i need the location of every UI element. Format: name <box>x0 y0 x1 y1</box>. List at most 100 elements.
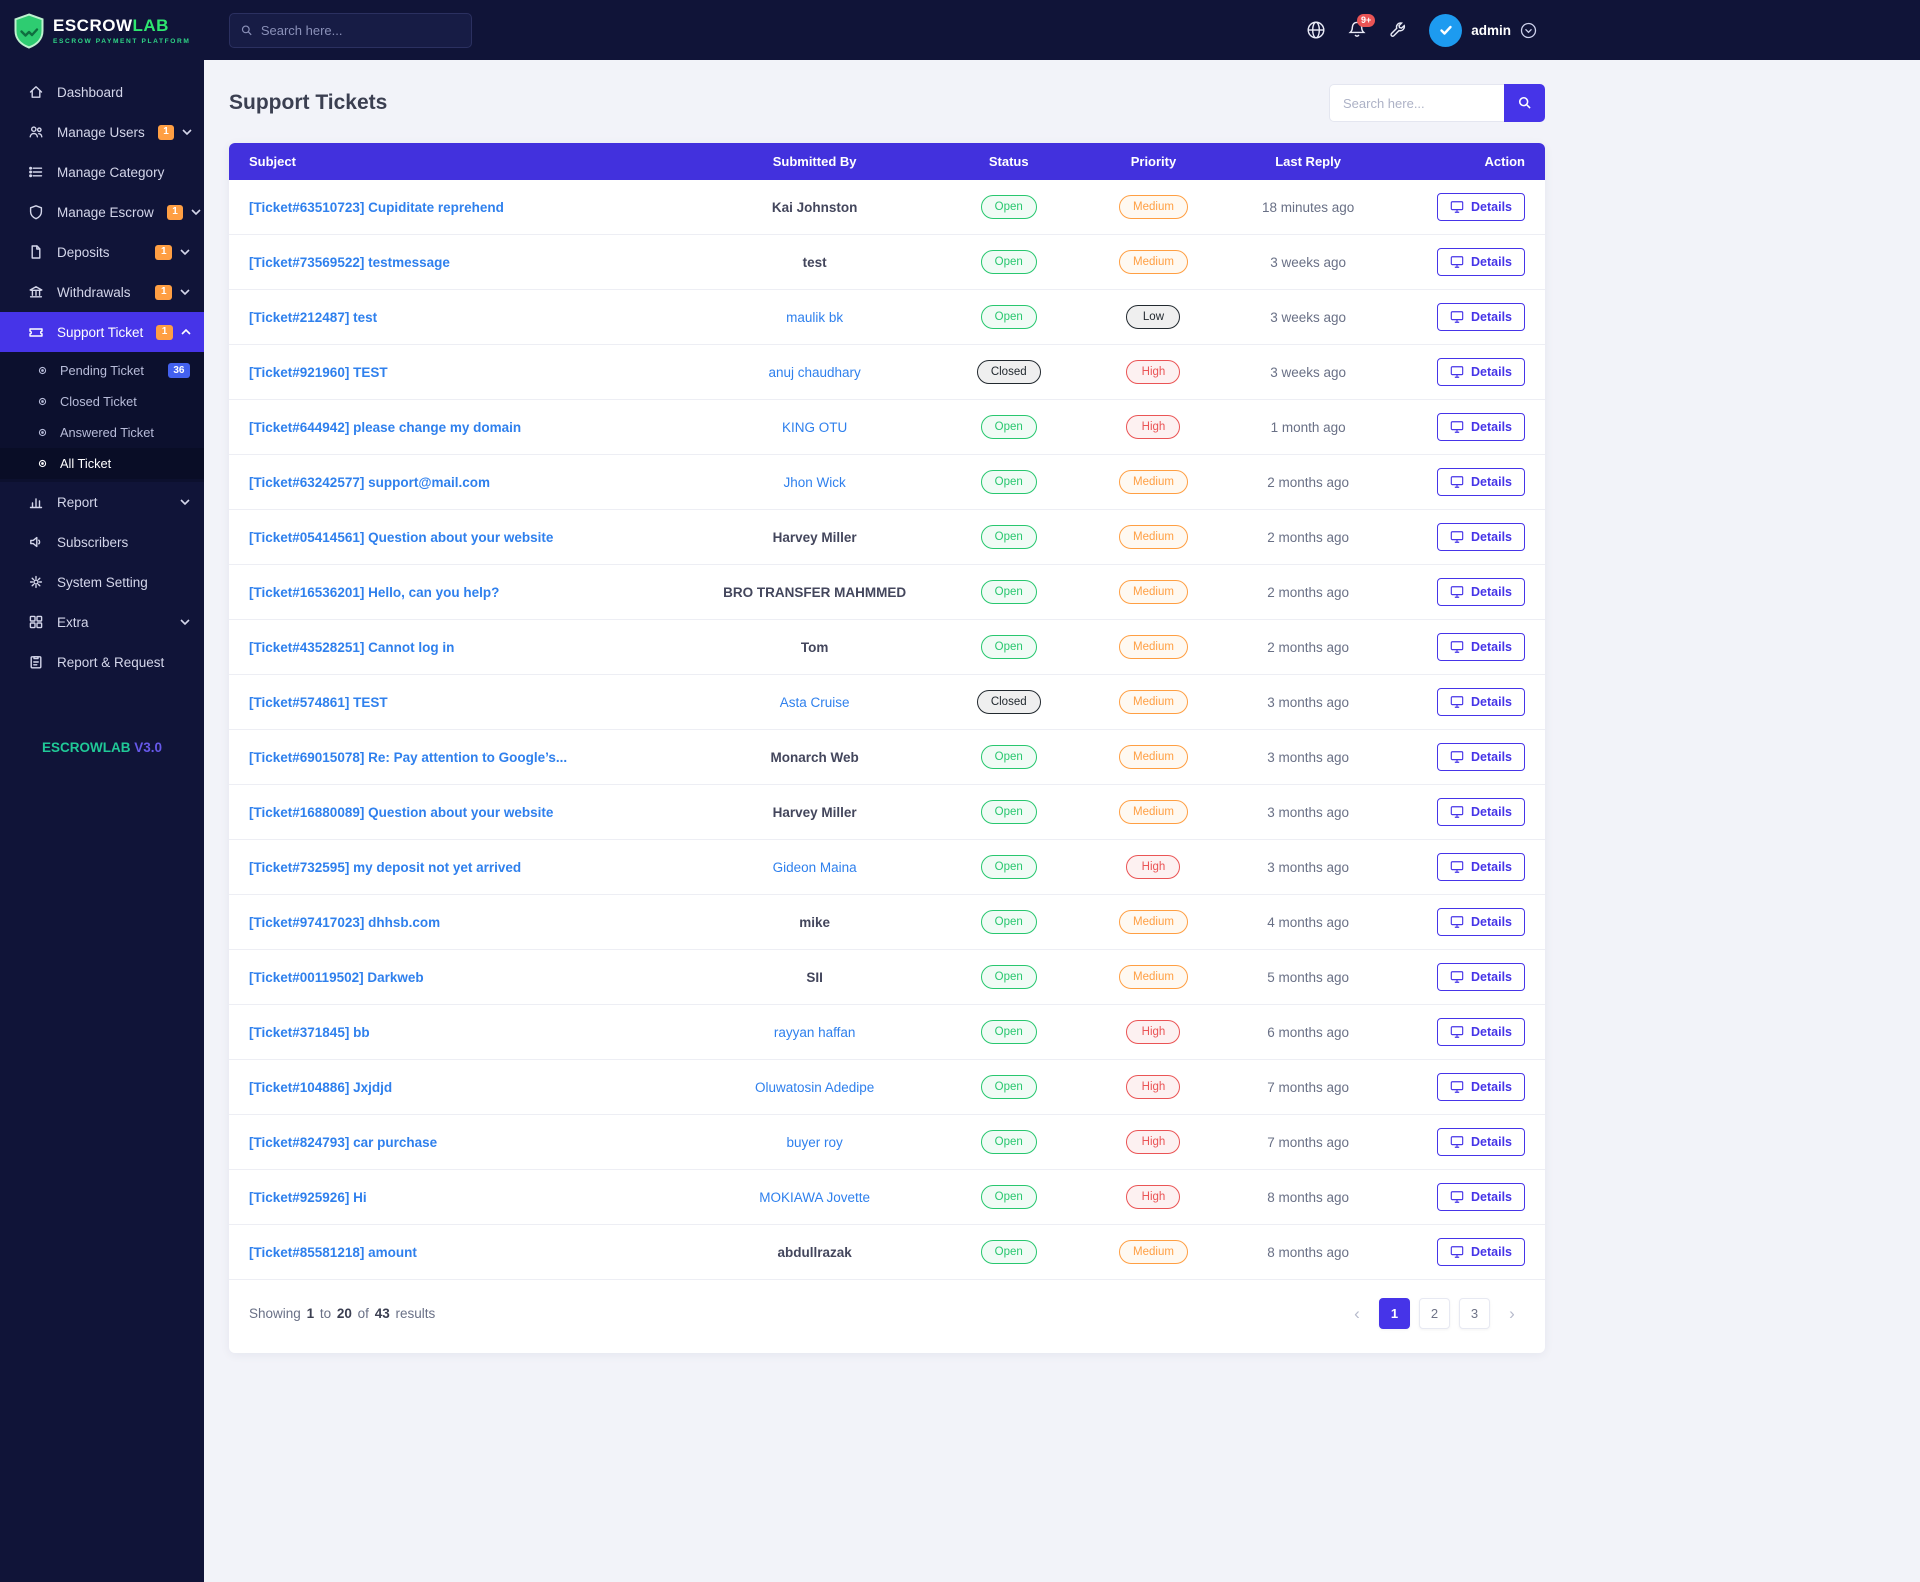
sidebar-item-support-ticket[interactable]: Support Ticket 1 <box>0 312 204 352</box>
ticket-subject-link[interactable]: [Ticket#05414561] Question about your we… <box>249 530 553 545</box>
ticket-subject-link[interactable]: [Ticket#371845] bb <box>249 1025 370 1040</box>
notification-badge: 9+ <box>1356 14 1376 27</box>
ticket-subject-link[interactable]: [Ticket#16880089] Question about your we… <box>249 805 553 820</box>
sidebar-item-label: Extra <box>57 614 89 630</box>
submitted-by[interactable]: Asta Cruise <box>780 695 850 710</box>
sidebar-item-deposits[interactable]: Deposits 1 <box>0 232 204 272</box>
user-menu[interactable]: admin <box>1429 13 1537 47</box>
ticket-subject-link[interactable]: [Ticket#104886] Jxjdjd <box>249 1080 392 1095</box>
details-button[interactable]: Details <box>1437 303 1525 331</box>
details-button[interactable]: Details <box>1437 193 1525 221</box>
submitted-by[interactable]: anuj chaudhary <box>768 365 860 380</box>
details-button[interactable]: Details <box>1437 523 1525 551</box>
pagination: ‹ 1 2 3 › <box>1344 1298 1525 1329</box>
ticket-subject-link[interactable]: [Ticket#16536201] Hello, can you help? <box>249 585 499 600</box>
sidebar-item-manage-escrow[interactable]: Manage Escrow 1 <box>0 192 204 232</box>
details-label: Details <box>1471 805 1512 819</box>
submitted-by[interactable]: rayyan haffan <box>774 1025 856 1040</box>
sidebar-item-manage-category[interactable]: Manage Category <box>0 152 204 192</box>
globe-icon[interactable] <box>1306 20 1326 40</box>
sidebar-item-closed-ticket[interactable]: Closed Ticket <box>0 386 204 417</box>
table-row: [Ticket#05414561] Question about your we… <box>229 509 1545 565</box>
pagination-page-1[interactable]: 1 <box>1379 1298 1410 1329</box>
status-badge: Open <box>980 1130 1037 1154</box>
ticket-subject-link[interactable]: [Ticket#43528251] Cannot log in <box>249 640 454 655</box>
last-reply: 3 weeks ago <box>1270 254 1346 270</box>
sidebar-item-system-setting[interactable]: System Setting <box>0 562 204 602</box>
details-button[interactable]: Details <box>1437 688 1525 716</box>
sidebar-item-manage-users[interactable]: Manage Users 1 <box>0 112 204 152</box>
sidebar-item-withdrawals[interactable]: Withdrawals 1 <box>0 272 204 312</box>
priority-badge: Medium <box>1119 250 1188 274</box>
details-button[interactable]: Details <box>1437 468 1525 496</box>
sidebar-item-pending-ticket[interactable]: Pending Ticket 36 <box>0 355 204 386</box>
ticket-subject-link[interactable]: [Ticket#921960] TEST <box>249 365 388 380</box>
details-button[interactable]: Details <box>1437 1073 1525 1101</box>
details-button[interactable]: Details <box>1437 798 1525 826</box>
ticket-subject-link[interactable]: [Ticket#73569522] testmessage <box>249 255 450 270</box>
details-button[interactable]: Details <box>1437 908 1525 936</box>
details-button[interactable]: Details <box>1437 1183 1525 1211</box>
details-button[interactable]: Details <box>1437 1128 1525 1156</box>
ticket-subject-link[interactable]: [Ticket#925926] Hi <box>249 1190 367 1205</box>
ticket-subject-link[interactable]: [Ticket#574861] TEST <box>249 695 388 710</box>
ticket-subject-link[interactable]: [Ticket#212487] test <box>249 310 377 325</box>
details-button[interactable]: Details <box>1437 413 1525 441</box>
ticket-subject-link[interactable]: [Ticket#732595] my deposit not yet arriv… <box>249 860 521 875</box>
submitted-by[interactable]: Gideon Maina <box>773 860 857 875</box>
details-button[interactable]: Details <box>1437 248 1525 276</box>
details-button[interactable]: Details <box>1437 1018 1525 1046</box>
table-row: [Ticket#212487] test maulik bk Open Low … <box>229 289 1545 345</box>
ticket-subject-link[interactable]: [Ticket#97417023] dhhsb.com <box>249 915 440 930</box>
ticket-subject-link[interactable]: [Ticket#85581218] amount <box>249 1245 417 1260</box>
pagination-page-2[interactable]: 2 <box>1419 1298 1450 1329</box>
ticket-subject-link[interactable]: [Ticket#824793] car purchase <box>249 1135 437 1150</box>
submitted-by[interactable]: Jhon Wick <box>783 475 845 490</box>
bell-icon[interactable]: 9+ <box>1347 14 1376 40</box>
pagination-prev[interactable]: ‹ <box>1344 1299 1370 1329</box>
last-reply: 2 months ago <box>1267 529 1349 545</box>
table-search-input[interactable] <box>1329 84 1504 122</box>
submitted-by[interactable]: buyer roy <box>786 1135 842 1150</box>
ticket-subject-link[interactable]: [Ticket#69015078] Re: Pay attention to G… <box>249 750 567 765</box>
details-button[interactable]: Details <box>1437 358 1525 386</box>
monitor-icon <box>1450 641 1464 653</box>
ticket-subject-link[interactable]: [Ticket#644942] please change my domain <box>249 420 521 435</box>
ticket-subject-link[interactable]: [Ticket#00119502] Darkweb <box>249 970 424 985</box>
submitted-by[interactable]: MOKIAWA Jovette <box>759 1190 870 1205</box>
sidebar-item-label: Report & Request <box>57 654 165 670</box>
sidebar-item-extra[interactable]: Extra <box>0 602 204 642</box>
sidebar-item-subscribers[interactable]: Subscribers <box>0 522 204 562</box>
sidebar-item-dashboard[interactable]: Dashboard <box>0 72 204 112</box>
topbar-search-input[interactable] <box>260 22 460 38</box>
priority-badge: Medium <box>1119 635 1188 659</box>
sidebar-item-report[interactable]: Report <box>0 482 204 522</box>
ticket-subject-link[interactable]: [Ticket#63510723] Cupiditate reprehend <box>249 200 504 215</box>
search-icon <box>241 24 252 35</box>
sidebar-item-answered-ticket[interactable]: Answered Ticket <box>0 417 204 448</box>
details-button[interactable]: Details <box>1437 633 1525 661</box>
pagination-next[interactable]: › <box>1499 1299 1525 1329</box>
submitted-by[interactable]: KING OTU <box>782 420 847 435</box>
submitted-by[interactable]: Oluwatosin Adedipe <box>755 1080 874 1095</box>
details-button[interactable]: Details <box>1437 963 1525 991</box>
details-button[interactable]: Details <box>1437 853 1525 881</box>
status-badge: Open <box>980 745 1037 769</box>
sidebar-item-all-ticket[interactable]: All Ticket <box>0 448 204 479</box>
app-root: ESCROWLAB ESCROW PAYMENT PLATFORM Dashbo… <box>0 0 1920 1582</box>
submitted-by[interactable]: maulik bk <box>786 310 843 325</box>
details-label: Details <box>1471 310 1512 324</box>
wrench-icon[interactable] <box>1388 20 1408 40</box>
status-badge: Open <box>980 525 1037 549</box>
ticket-subject-link[interactable]: [Ticket#63242577] support@mail.com <box>249 475 490 490</box>
circle-dot-icon <box>38 428 47 437</box>
brand-logo[interactable]: ESCROWLAB ESCROW PAYMENT PLATFORM <box>0 0 204 62</box>
pagination-page-3[interactable]: 3 <box>1459 1298 1490 1329</box>
details-button[interactable]: Details <box>1437 578 1525 606</box>
sidebar-item-report-request[interactable]: Report & Request <box>0 642 204 682</box>
details-label: Details <box>1471 695 1512 709</box>
details-button[interactable]: Details <box>1437 743 1525 771</box>
details-button[interactable]: Details <box>1437 1238 1525 1266</box>
monitor-icon <box>1450 531 1464 543</box>
table-search-button[interactable] <box>1504 84 1545 122</box>
